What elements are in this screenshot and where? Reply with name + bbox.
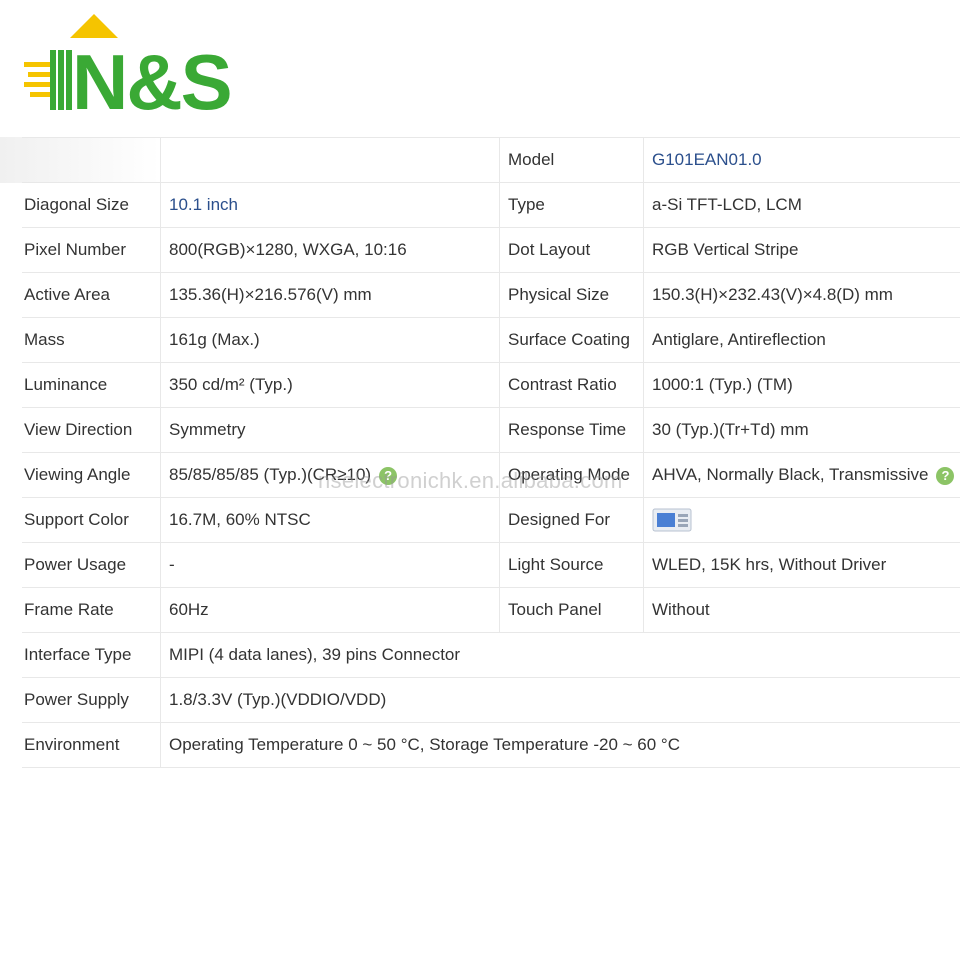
spec-key: Frame Rate: [22, 587, 161, 633]
spec-value: Antiglare, Antireflection: [643, 317, 960, 363]
spec-value: RGB Vertical Stripe: [643, 227, 960, 273]
spec-value: AHVA, Normally Black, Transmissive: [652, 465, 929, 484]
spec-value: Without: [643, 587, 960, 633]
help-icon[interactable]: ?: [379, 466, 398, 485]
help-icon[interactable]: ?: [936, 466, 955, 485]
spec-key: Environment: [22, 722, 161, 768]
spec-value: 1.8/3.3V (Typ.)(VDDIO/VDD): [160, 677, 960, 723]
spec-key: Touch Panel: [499, 587, 644, 633]
spec-value-cell: [643, 497, 960, 543]
spec-value: 800(RGB)×1280, WXGA, 10:16: [160, 227, 500, 273]
table-row: Pixel Number 800(RGB)×1280, WXGA, 10:16 …: [22, 227, 960, 273]
spec-key: Power Usage: [22, 542, 161, 588]
spec-value: -: [160, 542, 500, 588]
spec-key: Mass: [22, 317, 161, 363]
spec-key: Response Time: [499, 407, 644, 453]
spec-key: Pixel Number: [22, 227, 161, 273]
spec-key: View Direction: [22, 407, 161, 453]
diagonal-size-link[interactable]: 10.1 inch: [160, 182, 500, 228]
spec-value: WLED, 15K hrs, Without Driver: [643, 542, 960, 588]
spec-value: 85/85/85/85 (Typ.)(CR≥10): [169, 465, 372, 484]
table-row: View Direction Symmetry Response Time 30…: [22, 407, 960, 453]
spec-key: Surface Coating: [499, 317, 644, 363]
spec-value: 161g (Max.): [160, 317, 500, 363]
spec-value: 1000:1 (Typ.) (TM): [643, 362, 960, 408]
spec-key: Type: [499, 182, 644, 228]
model-link[interactable]: G101EAN01.0: [643, 137, 960, 183]
table-row: Interface Type MIPI (4 data lanes), 39 p…: [22, 632, 960, 678]
spec-value: 135.36(H)×216.576(V) mm: [160, 272, 500, 318]
spec-key: Contrast Ratio: [499, 362, 644, 408]
spec-key: Designed For: [499, 497, 644, 543]
spec-key: Operating Mode: [499, 452, 644, 498]
table-row: Mass 161g (Max.) Surface Coating Antigla…: [22, 317, 960, 363]
spec-value: 16.7M, 60% NTSC: [160, 497, 500, 543]
spec-key: Model: [499, 137, 644, 183]
spec-value-cell: 85/85/85/85 (Typ.)(CR≥10)?: [160, 452, 500, 498]
table-row: Active Area 135.36(H)×216.576(V) mm Phys…: [22, 272, 960, 318]
spec-value: 350 cd/m² (Typ.): [160, 362, 500, 408]
spec-value: MIPI (4 data lanes), 39 pins Connector: [160, 632, 960, 678]
spec-value: 150.3(H)×232.43(V)×4.8(D) mm: [643, 272, 960, 318]
table-row: Viewing Angle 85/85/85/85 (Typ.)(CR≥10)?…: [22, 452, 960, 498]
spec-key: Dot Layout: [499, 227, 644, 273]
spec-key: Interface Type: [22, 632, 161, 678]
spec-key: Diagonal Size: [22, 182, 161, 228]
table-row: Diagonal Size 10.1 inch Type a-Si TFT-LC…: [22, 182, 960, 228]
spec-key: [22, 137, 161, 183]
table-row: Model G101EAN01.0: [22, 137, 960, 183]
spec-value: [160, 137, 500, 183]
spec-value: 30 (Typ.)(Tr+Td) mm: [643, 407, 960, 453]
table-row: Power Supply 1.8/3.3V (Typ.)(VDDIO/VDD): [22, 677, 960, 723]
table-row: Luminance 350 cd/m² (Typ.) Contrast Rati…: [22, 362, 960, 408]
spec-key: Luminance: [22, 362, 161, 408]
spec-key: Light Source: [499, 542, 644, 588]
brand-logo: N&S: [22, 12, 272, 116]
spec-value: 60Hz: [160, 587, 500, 633]
spec-value-cell: AHVA, Normally Black, Transmissive?: [643, 452, 960, 498]
table-row: Environment Operating Temperature 0 ~ 50…: [22, 722, 960, 768]
table-row: Frame Rate 60Hz Touch Panel Without: [22, 587, 960, 633]
spec-value: Operating Temperature 0 ~ 50 °C, Storage…: [160, 722, 960, 768]
monitor-device-icon[interactable]: [652, 506, 692, 534]
svg-text:N&S: N&S: [72, 38, 231, 116]
spec-key: Support Color: [22, 497, 161, 543]
spec-value: Symmetry: [160, 407, 500, 453]
spec-key: Active Area: [22, 272, 161, 318]
spec-value: a-Si TFT-LCD, LCM: [643, 182, 960, 228]
spec-key: Viewing Angle: [22, 452, 161, 498]
spec-table: Model G101EAN01.0 Diagonal Size 10.1 inc…: [22, 137, 960, 768]
spec-key: Physical Size: [499, 272, 644, 318]
table-row: Power Usage - Light Source WLED, 15K hrs…: [22, 542, 960, 588]
table-row: Support Color 16.7M, 60% NTSC Designed F…: [22, 497, 960, 543]
spec-key: Power Supply: [22, 677, 161, 723]
